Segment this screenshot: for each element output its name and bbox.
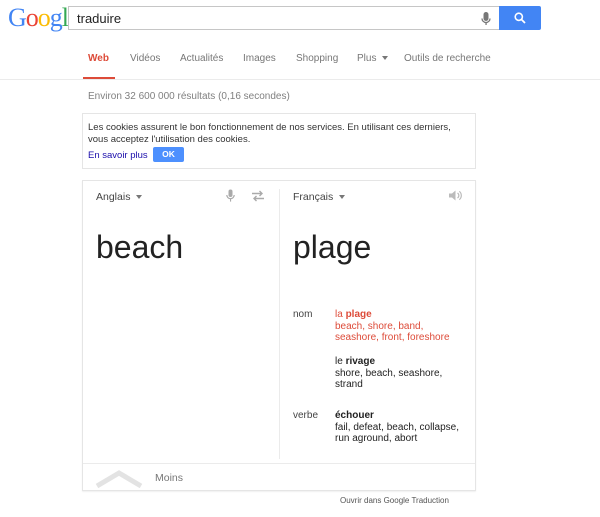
logo-letter: o <box>25 3 39 32</box>
header: Google traduire <box>0 0 600 36</box>
source-language-select[interactable]: Anglais <box>96 191 143 203</box>
source-language-label: Anglais <box>96 191 131 203</box>
search-tabs: Web Vidéos Actualités Images Shopping Pl… <box>0 36 600 80</box>
microphone-icon[interactable] <box>479 11 493 27</box>
search-icon <box>514 12 526 24</box>
entry-article: le <box>335 356 343 367</box>
target-language-label: Français <box>293 191 334 203</box>
tab-actualites[interactable]: Actualités <box>180 53 223 64</box>
dictionary-entry: la plage beach, shore, band, seashore, f… <box>335 309 465 344</box>
entry-article: la <box>335 309 343 320</box>
part-of-speech: nom <box>293 309 313 320</box>
entry-word: échouer <box>335 410 374 421</box>
swap-languages-icon[interactable] <box>251 190 265 202</box>
cookie-notice: Les cookies assurent le bon fonctionneme… <box>82 113 476 169</box>
less-button[interactable]: Moins <box>155 472 183 484</box>
dictionary-entry: échouer fail, defeat, beach, collapse, r… <box>335 410 465 445</box>
entry-word: plage <box>345 309 372 320</box>
logo-letter: g <box>49 3 63 32</box>
chevron-down-icon <box>339 195 346 200</box>
tab-plus-label: Plus <box>357 53 377 64</box>
tab-plus[interactable]: Plus <box>357 53 389 64</box>
tab-images[interactable]: Images <box>243 53 276 64</box>
search-button[interactable] <box>499 6 541 30</box>
microphone-icon[interactable] <box>225 189 236 203</box>
active-tab-indicator <box>83 77 115 79</box>
entry-word: rivage <box>345 356 376 367</box>
tab-videos[interactable]: Vidéos <box>130 53 160 64</box>
tab-shopping[interactable]: Shopping <box>296 53 338 64</box>
entry-headword[interactable]: la plage <box>335 309 465 321</box>
learn-more-link[interactable]: En savoir plus <box>88 150 148 161</box>
cookie-text: Les cookies assurent le bon fonctionneme… <box>88 122 451 145</box>
logo-letter: G <box>8 3 27 32</box>
speaker-icon[interactable] <box>448 189 462 202</box>
chevron-down-icon <box>136 195 143 200</box>
entry-headword[interactable]: échouer <box>335 410 465 422</box>
target-language-select[interactable]: Français <box>293 191 346 203</box>
entry-synonyms: fail, defeat, beach, collapse, run agrou… <box>335 421 459 445</box>
entry-headword[interactable]: le rivage <box>335 356 465 368</box>
column-divider <box>279 189 280 459</box>
search-query-text: traduire <box>77 11 122 26</box>
part-of-speech: verbe <box>293 410 319 421</box>
entry-synonyms: beach, shore, band, seashore, front, for… <box>335 320 450 344</box>
dictionary-entry: le rivage shore, beach, seashore, strand <box>335 356 465 391</box>
entry-synonyms: shore, beach, seashore, strand <box>335 367 443 391</box>
result-stats: Environ 32 600 000 résultats (0,16 secon… <box>88 91 290 102</box>
open-in-translate-link[interactable]: Ouvrir dans Google Traduction <box>340 496 449 505</box>
logo-letter: o <box>37 3 51 32</box>
translated-text: plage <box>293 229 372 265</box>
tab-web[interactable]: Web <box>88 53 109 64</box>
source-text: beach <box>96 229 184 265</box>
chevron-down-icon <box>382 56 389 61</box>
translate-card: Anglais Français beach plage nom la plag… <box>82 180 476 491</box>
cookie-ok-button[interactable]: OK <box>153 147 184 162</box>
chevron-up-icon[interactable] <box>95 468 143 488</box>
tab-search-tools[interactable]: Outils de recherche <box>404 53 491 64</box>
search-input[interactable]: traduire <box>68 6 500 30</box>
card-footer: Moins <box>83 463 475 491</box>
